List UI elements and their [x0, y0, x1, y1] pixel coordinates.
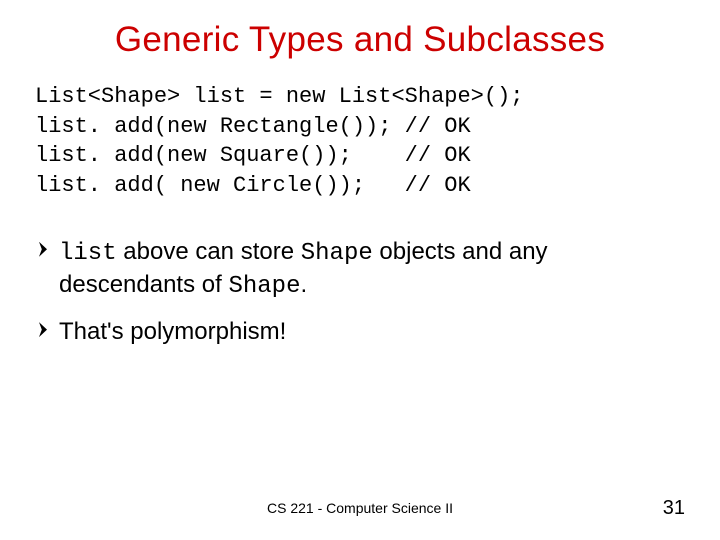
bullet-1-mono-2: Shape — [301, 240, 373, 267]
slide: Generic Types and Subclasses List<Shape>… — [0, 0, 720, 540]
bullet-list: list above can store Shape objects and a… — [35, 236, 685, 348]
bullet-1-text-1: above can store — [117, 238, 301, 265]
footer-page-number: 31 — [663, 497, 685, 520]
code-line-2: list. add(new Rectangle()); // OK — [35, 114, 471, 139]
bullet-1-text-3: . — [300, 271, 307, 298]
code-line-1: List<Shape> list = new List<Shape>(); — [35, 84, 523, 109]
bullet-item-2: That's polymorphism! — [39, 316, 685, 347]
code-line-3: list. add(new Square()); // OK — [35, 143, 471, 168]
bullet-item-1: list above can store Shape objects and a… — [39, 236, 685, 302]
code-line-4: list. add( new Circle()); // OK — [35, 173, 471, 198]
footer-course: CS 221 - Computer Science II — [0, 500, 720, 516]
bullet-1-mono-3: Shape — [228, 273, 300, 300]
page-title: Generic Types and Subclasses — [35, 20, 685, 60]
code-block: List<Shape> list = new List<Shape>(); li… — [35, 82, 685, 201]
bullet-1-mono-1: list — [59, 240, 117, 267]
